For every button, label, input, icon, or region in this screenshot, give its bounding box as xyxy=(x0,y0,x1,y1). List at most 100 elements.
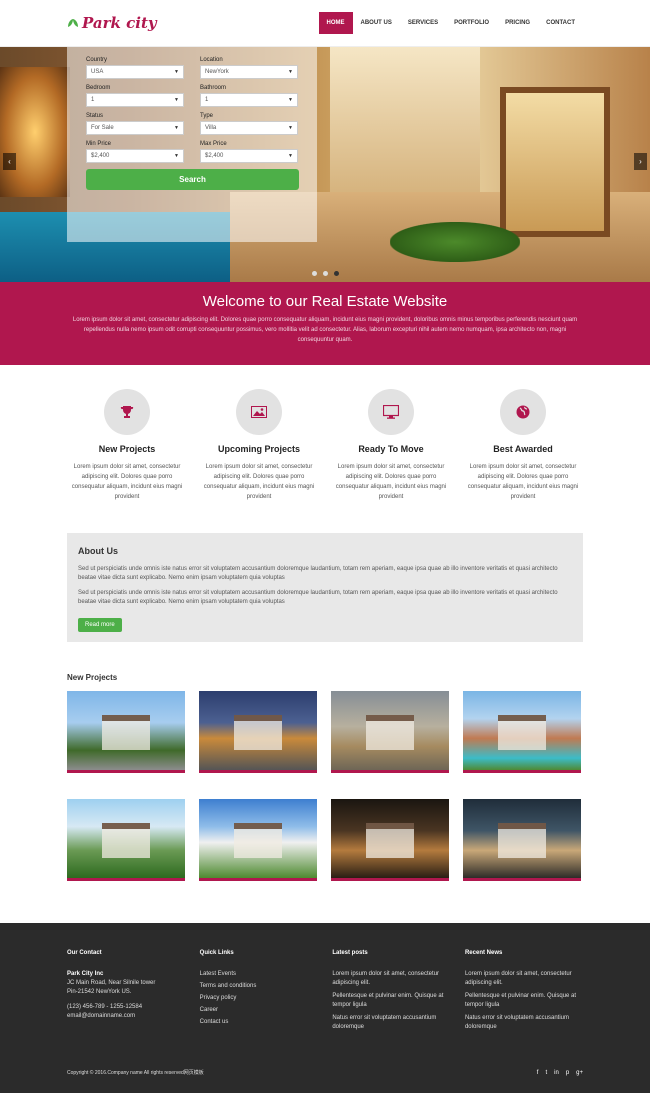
pinterest-icon[interactable]: p xyxy=(566,1070,569,1076)
projects-title: New Projects xyxy=(67,673,118,682)
footer-latest-posts: Latest posts Lorem ipsum dolor sit amet,… xyxy=(332,950,450,1036)
property-search-panel: Country USA ▼ Location NewYork ▼ Bedroom 1 ▼ B… xyxy=(67,47,317,242)
min-price-select[interactable]: $2,400 ▼ xyxy=(86,149,184,163)
project-thumbnail[interactable] xyxy=(199,799,317,881)
main-nav: HOME ABOUT US SERVICES PORTFOLIO PRICING… xyxy=(318,12,583,34)
slider-dot[interactable] xyxy=(312,271,317,276)
post-link[interactable]: Natus error sit voluptatem accusantium d… xyxy=(332,1014,450,1032)
news-link[interactable]: Natus error sit voluptatem accusantium d… xyxy=(465,1014,583,1032)
footer-link[interactable]: Contact us xyxy=(200,1018,318,1027)
welcome-banner: Welcome to our Real Estate Website Lorem… xyxy=(0,282,650,365)
feature-upcoming-projects: Upcoming Projects Lorem ipsum dolor sit … xyxy=(199,389,319,533)
news-link[interactable]: Pellentesque et pulvinar enim. Quisque a… xyxy=(465,992,583,1010)
country-label: Country xyxy=(86,57,108,63)
caret-down-icon: ▼ xyxy=(174,153,179,159)
caret-down-icon: ▼ xyxy=(288,125,293,131)
bathroom-label: Bathroom xyxy=(200,85,227,91)
feature-text: Lorem ipsum dolor sit amet, consectetur … xyxy=(335,464,447,500)
logo-text: Park city xyxy=(82,14,157,32)
read-more-button[interactable]: Read more xyxy=(78,618,122,632)
hero-image-lamp xyxy=(0,67,70,197)
bedroom-select[interactable]: 1 ▼ xyxy=(86,93,184,107)
copyright-text: Copyright © 2016.Company name All rights… xyxy=(67,1070,204,1076)
chevron-right-icon: › xyxy=(639,157,642,166)
about-section: About Us Sed ut perspiciatis unde omnis … xyxy=(67,533,583,642)
footer-link[interactable]: Terms and conditions xyxy=(200,982,318,991)
address-line: JC Main Road, Near Silnile tower xyxy=(67,980,156,986)
nav-home[interactable]: HOME xyxy=(318,12,353,34)
caret-down-icon: ▼ xyxy=(288,153,293,159)
caret-down-icon: ▼ xyxy=(174,69,179,75)
feature-best-awarded: Best Awarded Lorem ipsum dolor sit amet,… xyxy=(463,389,583,533)
linkedin-icon[interactable]: in xyxy=(554,1070,559,1076)
project-thumbnail[interactable] xyxy=(331,799,449,881)
slider-dots xyxy=(312,271,339,276)
hero-image-plants xyxy=(390,222,520,262)
globe-icon xyxy=(500,389,546,435)
country-select[interactable]: USA ▼ xyxy=(86,65,184,79)
slider-prev-button[interactable]: ‹ xyxy=(3,153,16,170)
leaf-icon xyxy=(68,19,78,27)
chevron-left-icon: ‹ xyxy=(8,157,11,166)
project-thumbnail[interactable] xyxy=(67,691,185,773)
picture-icon xyxy=(236,389,282,435)
footer-heading: Recent News xyxy=(464,950,503,956)
bathroom-select[interactable]: 1 ▼ xyxy=(200,93,298,107)
bedroom-label: Bedroom xyxy=(86,85,111,91)
nav-portfolio[interactable]: PORTFOLIO xyxy=(446,12,497,34)
news-link[interactable]: Lorem ipsum dolor sit amet, consectetur … xyxy=(465,970,583,988)
project-thumbnail[interactable] xyxy=(463,691,581,773)
project-thumbnail[interactable] xyxy=(463,799,581,881)
nav-services[interactable]: SERVICES xyxy=(400,12,446,34)
email-link[interactable]: email@domainname.com xyxy=(67,1012,185,1021)
trophy-icon xyxy=(104,389,150,435)
nav-contact[interactable]: CONTACT xyxy=(538,12,583,34)
post-link[interactable]: Lorem ipsum dolor sit amet, consectetur … xyxy=(332,970,450,988)
footer-contact: Our Contact Park City Inc JC Main Road, … xyxy=(67,950,185,1036)
slider-dot[interactable] xyxy=(323,271,328,276)
footer-link[interactable]: Latest Events xyxy=(200,970,318,979)
address-line: Pin-21542 NewYork US. xyxy=(67,989,132,995)
slider-dot-active[interactable] xyxy=(334,271,339,276)
location-label: Location xyxy=(200,57,223,63)
max-price-select[interactable]: $2,400 ▼ xyxy=(200,149,298,163)
footer-heading: Latest posts xyxy=(332,950,368,956)
location-select[interactable]: NewYork ▼ xyxy=(200,65,298,79)
welcome-text: Lorem ipsum dolor sit amet, consectetur … xyxy=(72,317,578,343)
twitter-icon[interactable]: t xyxy=(545,1070,547,1076)
hero-image-door xyxy=(500,87,610,237)
facebook-icon[interactable]: f xyxy=(537,1070,539,1076)
site-footer: Our Contact Park City Inc JC Main Road, … xyxy=(0,923,650,1093)
project-thumbnail[interactable] xyxy=(331,691,449,773)
slider-next-button[interactable]: › xyxy=(634,153,647,170)
google-plus-icon[interactable]: g+ xyxy=(576,1070,583,1076)
type-label: Type xyxy=(200,113,214,119)
feature-new-projects: New Projects Lorem ipsum dolor sit amet,… xyxy=(67,389,187,533)
footer-quick-links: Quick Links Latest Events Terms and cond… xyxy=(200,950,318,1036)
logo[interactable]: Park city xyxy=(67,14,157,32)
nav-about[interactable]: ABOUT US xyxy=(353,12,400,34)
post-link[interactable]: Pellentesque et pulvinar enim. Quisque a… xyxy=(332,992,450,1010)
project-thumbnail[interactable] xyxy=(199,691,317,773)
nav-pricing[interactable]: PRICING xyxy=(497,12,538,34)
features-section: New Projects Lorem ipsum dolor sit amet,… xyxy=(0,365,650,533)
footer-link[interactable]: Privacy policy xyxy=(200,994,318,1003)
search-button[interactable]: Search xyxy=(86,169,299,190)
social-links: f t in p g+ xyxy=(537,1070,583,1076)
about-paragraph: Sed ut perspiciatis unde omnis iste natu… xyxy=(78,566,558,581)
feature-title: Ready To Move xyxy=(358,444,424,454)
about-paragraph: Sed ut perspiciatis unde omnis iste natu… xyxy=(78,590,558,605)
status-label: Status xyxy=(86,113,104,119)
footer-link[interactable]: Career xyxy=(200,1006,318,1015)
hero-slider: Country USA ▼ Location NewYork ▼ Bedroom 1 ▼ B… xyxy=(0,47,650,282)
caret-down-icon: ▼ xyxy=(174,97,179,103)
status-select[interactable]: For Sale ▼ xyxy=(86,121,184,135)
feature-title: Upcoming Projects xyxy=(217,444,300,454)
monitor-icon xyxy=(368,389,414,435)
project-thumbnail[interactable] xyxy=(67,799,185,881)
type-select[interactable]: Villa ▼ xyxy=(200,121,298,135)
welcome-title: Welcome to our Real Estate Website xyxy=(202,293,448,310)
footer-recent-news: Recent News Lorem ipsum dolor sit amet, … xyxy=(465,950,583,1036)
hero-image-wall xyxy=(330,47,480,197)
feature-ready-to-move: Ready To Move Lorem ipsum dolor sit amet… xyxy=(331,389,451,533)
